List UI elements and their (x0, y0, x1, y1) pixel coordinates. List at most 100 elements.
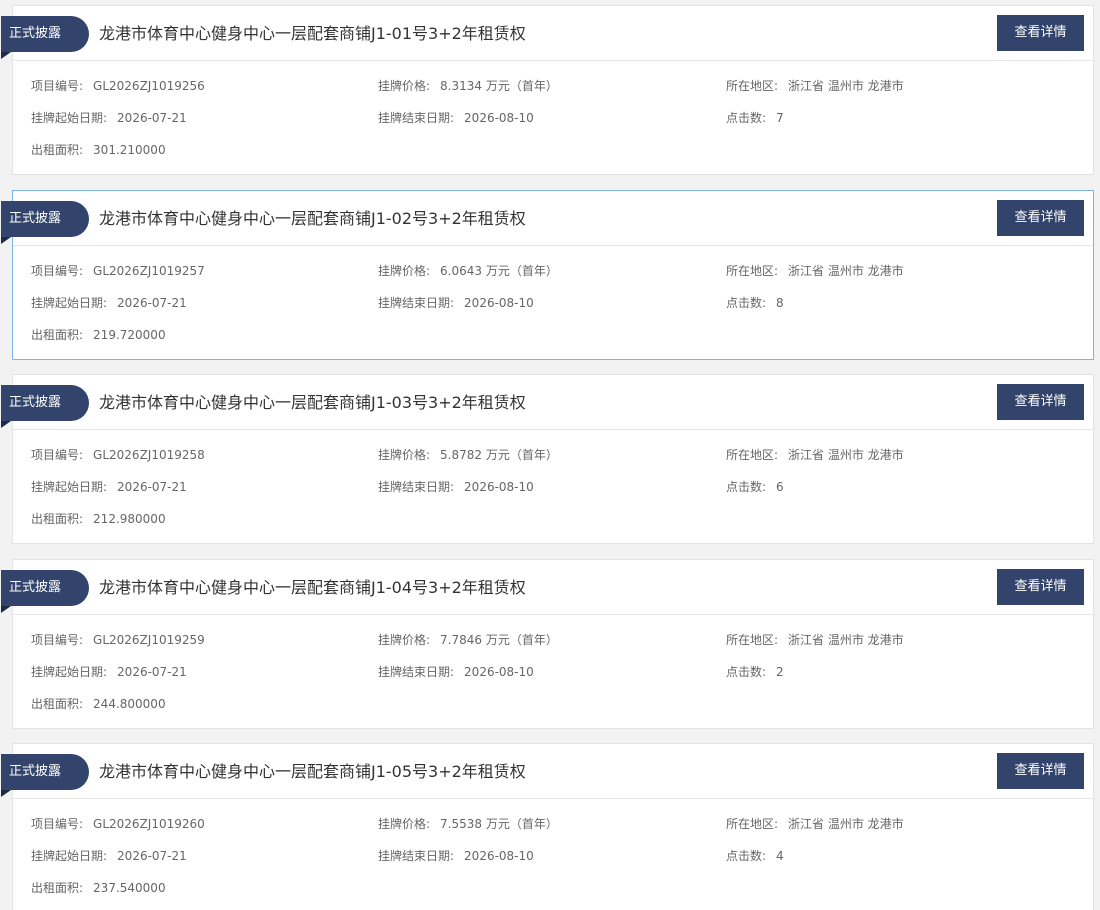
start-date-field: 挂牌起始日期: 2026-07-21 (31, 109, 187, 126)
price-label: 挂牌价格: (378, 264, 431, 278)
click-count-field: 点击数: 6 (726, 478, 784, 495)
rental-area-label: 出租面积: (31, 143, 84, 157)
end-date-label: 挂牌结束日期: (378, 111, 455, 125)
project-number-label: 项目编号: (31, 264, 84, 278)
badge-ribbon-fold (1, 421, 11, 428)
rental-area-field: 出租面积: 212.980000 (31, 510, 166, 527)
start-date-value: 2026-07-21 (117, 296, 187, 310)
project-number-label: 项目编号: (31, 448, 84, 462)
start-date-label: 挂牌起始日期: (31, 480, 108, 494)
project-number-value: GL2026ZJ1019257 (93, 264, 205, 278)
status-badge: 正式披露 (1, 201, 89, 237)
end-date-field: 挂牌结束日期: 2026-08-10 (378, 109, 534, 126)
view-details-button[interactable]: 查看详情 (997, 200, 1084, 236)
end-date-field: 挂牌结束日期: 2026-08-10 (378, 294, 534, 311)
badge-ribbon-fold (1, 790, 11, 797)
price-value: 6.0643 万元（首年） (440, 264, 558, 278)
project-number-field: 项目编号: GL2026ZJ1019256 (31, 77, 205, 94)
start-date-field: 挂牌起始日期: 2026-07-21 (31, 663, 187, 680)
rental-area-label: 出租面积: (31, 881, 84, 895)
end-date-field: 挂牌结束日期: 2026-08-10 (378, 663, 534, 680)
price-field: 挂牌价格: 7.5538 万元（首年） (378, 815, 558, 832)
end-date-label: 挂牌结束日期: (378, 665, 455, 679)
rental-area-field: 出租面积: 219.720000 (31, 326, 166, 343)
start-date-label: 挂牌起始日期: (31, 111, 108, 125)
click-count-label: 点击数: (726, 480, 767, 494)
listing-title[interactable]: 龙港市体育中心健身中心一层配套商铺J1-04号3+2年租赁权 (99, 560, 526, 615)
end-date-label: 挂牌结束日期: (378, 849, 455, 863)
card-header: 正式披露 龙港市体育中心健身中心一层配套商铺J1-02号3+2年租赁权 查看详情 (1, 191, 1093, 246)
status-badge: 正式披露 (1, 385, 89, 421)
price-field: 挂牌价格: 5.8782 万元（首年） (378, 446, 558, 463)
listing-title[interactable]: 龙港市体育中心健身中心一层配套商铺J1-05号3+2年租赁权 (99, 744, 526, 799)
region-label: 所在地区: (726, 448, 779, 462)
end-date-label: 挂牌结束日期: (378, 296, 455, 310)
click-count-value: 4 (776, 849, 784, 863)
click-count-value: 2 (776, 665, 784, 679)
region-value: 浙江省 温州市 龙港市 (788, 817, 904, 831)
listing-title[interactable]: 龙港市体育中心健身中心一层配套商铺J1-02号3+2年租赁权 (99, 191, 526, 246)
price-field: 挂牌价格: 6.0643 万元（首年） (378, 262, 558, 279)
price-field: 挂牌价格: 7.7846 万元（首年） (378, 631, 558, 648)
view-details-button[interactable]: 查看详情 (997, 384, 1084, 420)
start-date-label: 挂牌起始日期: (31, 665, 108, 679)
end-date-value: 2026-08-10 (464, 849, 534, 863)
rental-area-label: 出租面积: (31, 328, 84, 342)
listing-title[interactable]: 龙港市体育中心健身中心一层配套商铺J1-01号3+2年租赁权 (99, 6, 526, 61)
region-field: 所在地区: 浙江省 温州市 龙港市 (726, 446, 904, 463)
start-date-label: 挂牌起始日期: (31, 849, 108, 863)
project-number-value: GL2026ZJ1019258 (93, 448, 205, 462)
region-field: 所在地区: 浙江省 温州市 龙港市 (726, 262, 904, 279)
click-count-label: 点击数: (726, 849, 767, 863)
listing-card[interactable]: 正式披露 龙港市体育中心健身中心一层配套商铺J1-03号3+2年租赁权 查看详情… (1, 374, 1094, 544)
price-field: 挂牌价格: 8.3134 万元（首年） (378, 77, 558, 94)
click-count-value: 8 (776, 296, 784, 310)
end-date-value: 2026-08-10 (464, 665, 534, 679)
status-badge: 正式披露 (1, 754, 89, 790)
region-field: 所在地区: 浙江省 温州市 龙港市 (726, 77, 904, 94)
region-label: 所在地区: (726, 79, 779, 93)
view-details-button[interactable]: 查看详情 (997, 15, 1084, 51)
status-badge: 正式披露 (1, 16, 89, 52)
region-label: 所在地区: (726, 264, 779, 278)
rental-area-field: 出租面积: 244.800000 (31, 695, 166, 712)
region-label: 所在地区: (726, 633, 779, 647)
price-label: 挂牌价格: (378, 448, 431, 462)
end-date-value: 2026-08-10 (464, 111, 534, 125)
listing-title[interactable]: 龙港市体育中心健身中心一层配套商铺J1-03号3+2年租赁权 (99, 375, 526, 430)
click-count-field: 点击数: 8 (726, 294, 784, 311)
region-value: 浙江省 温州市 龙港市 (788, 264, 904, 278)
rental-area-field: 出租面积: 301.210000 (31, 141, 166, 158)
rental-area-label: 出租面积: (31, 512, 84, 526)
listing-card[interactable]: 正式披露 龙港市体育中心健身中心一层配套商铺J1-01号3+2年租赁权 查看详情… (1, 5, 1094, 175)
price-value: 7.5538 万元（首年） (440, 817, 558, 831)
rental-area-value: 244.800000 (93, 697, 166, 711)
view-details-button[interactable]: 查看详情 (997, 569, 1084, 605)
start-date-label: 挂牌起始日期: (31, 296, 108, 310)
card-header: 正式披露 龙港市体育中心健身中心一层配套商铺J1-04号3+2年租赁权 查看详情 (1, 560, 1093, 615)
rental-area-label: 出租面积: (31, 697, 84, 711)
end-date-field: 挂牌结束日期: 2026-08-10 (378, 847, 534, 864)
card-header: 正式披露 龙港市体育中心健身中心一层配套商铺J1-05号3+2年租赁权 查看详情 (1, 744, 1093, 799)
listing-card[interactable]: 正式披露 龙港市体育中心健身中心一层配套商铺J1-02号3+2年租赁权 查看详情… (1, 190, 1094, 360)
click-count-field: 点击数: 7 (726, 109, 784, 126)
start-date-value: 2026-07-21 (117, 849, 187, 863)
listing-list: 正式披露 龙港市体育中心健身中心一层配套商铺J1-01号3+2年租赁权 查看详情… (0, 0, 1100, 910)
listing-card[interactable]: 正式披露 龙港市体育中心健身中心一层配套商铺J1-05号3+2年租赁权 查看详情… (1, 743, 1094, 910)
card-header: 正式披露 龙港市体育中心健身中心一层配套商铺J1-01号3+2年租赁权 查看详情 (1, 6, 1093, 61)
price-value: 5.8782 万元（首年） (440, 448, 558, 462)
click-count-field: 点击数: 2 (726, 663, 784, 680)
listing-card[interactable]: 正式披露 龙港市体育中心健身中心一层配套商铺J1-04号3+2年租赁权 查看详情… (1, 559, 1094, 729)
region-field: 所在地区: 浙江省 温州市 龙港市 (726, 815, 904, 832)
region-field: 所在地区: 浙江省 温州市 龙港市 (726, 631, 904, 648)
click-count-label: 点击数: (726, 665, 767, 679)
view-details-button[interactable]: 查看详情 (997, 753, 1084, 789)
card-body: 项目编号: GL2026ZJ1019257 挂牌价格: 6.0643 万元（首年） … (13, 246, 1093, 360)
region-value: 浙江省 温州市 龙港市 (788, 448, 904, 462)
click-count-value: 7 (776, 111, 784, 125)
region-value: 浙江省 温州市 龙港市 (788, 79, 904, 93)
card-body: 项目编号: GL2026ZJ1019260 挂牌价格: 7.5538 万元（首年） … (13, 799, 1093, 910)
project-number-label: 项目编号: (31, 817, 84, 831)
rental-area-value: 212.980000 (93, 512, 166, 526)
start-date-field: 挂牌起始日期: 2026-07-21 (31, 847, 187, 864)
